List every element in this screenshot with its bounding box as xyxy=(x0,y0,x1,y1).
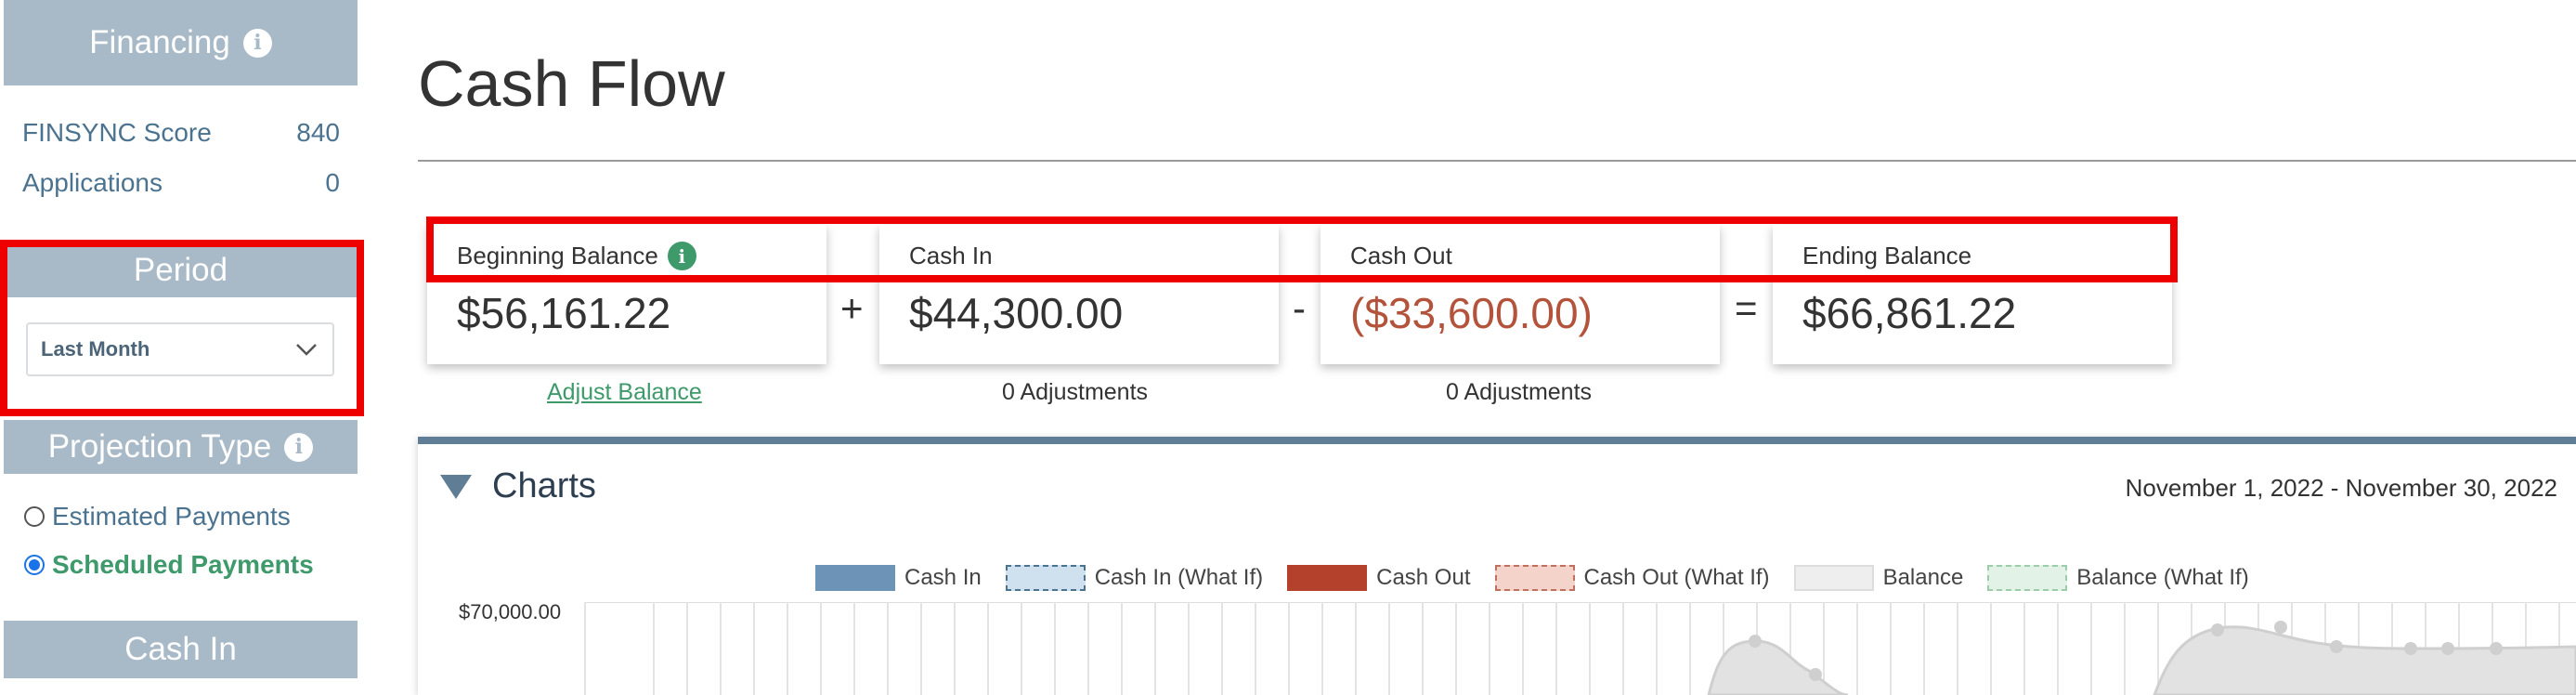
legend-cash-in-what-if[interactable]: Cash In (What If) xyxy=(1005,565,1264,591)
cash-in-title: Cash In xyxy=(124,631,237,667)
balance-area xyxy=(1707,639,1849,695)
legend-label: Cash In (What If) xyxy=(1094,565,1264,590)
cash-in-header: Cash In xyxy=(4,621,358,678)
estimated-payments-label[interactable]: Estimated Payments xyxy=(52,502,291,531)
scheduled-payments-label[interactable]: Scheduled Payments xyxy=(52,550,314,580)
legend-label: Cash Out xyxy=(1376,565,1471,590)
estimated-payments-radio[interactable] xyxy=(24,506,45,527)
info-icon[interactable]: i xyxy=(284,432,314,462)
legend-balance-what-if[interactable]: Balance (What If) xyxy=(1987,565,2249,591)
legend-label: Cash Out (What If) xyxy=(1583,565,1770,590)
scheduled-payments-radio[interactable] xyxy=(24,555,45,575)
date-range: November 1, 2022 - November 30, 2022 xyxy=(2125,474,2557,502)
cash-out-value: ($33,600.00) xyxy=(1350,289,1593,337)
legend-swatch xyxy=(1987,565,2068,591)
plus-operator: + xyxy=(840,286,864,330)
cash-out-adjustments[interactable]: 0 Adjustments xyxy=(1446,379,1592,406)
info-icon[interactable]: i xyxy=(242,28,272,58)
title-divider xyxy=(418,160,2576,162)
legend-cash-out[interactable]: Cash Out xyxy=(1287,565,1471,591)
applications-value: 0 xyxy=(325,168,340,197)
finsync-score-value: 840 xyxy=(296,118,340,147)
card-labels-highlight-box xyxy=(426,216,2178,282)
estimated-payments-option[interactable]: Estimated Payments xyxy=(24,502,291,531)
sidebar: Financing i FINSYNC Score 840 Applicatio… xyxy=(0,0,367,688)
adjust-balance-link[interactable]: Adjust Balance xyxy=(547,379,702,406)
cash-in-adjustments[interactable]: 0 Adjustments xyxy=(1002,379,1148,406)
legend-swatch xyxy=(1287,565,1368,591)
charts-panel: Charts November 1, 2022 - November 30, 2… xyxy=(418,437,2576,695)
legend-cash-out-what-if[interactable]: Cash Out (What If) xyxy=(1494,565,1770,591)
balance-area xyxy=(2153,625,2576,695)
legend-label: Balance xyxy=(1882,565,1964,590)
projection-type-header: Projection Type i xyxy=(4,420,358,474)
page-title: Cash Flow xyxy=(418,47,725,120)
ending-balance-value: $66,861.22 xyxy=(1802,289,2017,337)
chart-legend: Cash In Cash In (What If) Cash Out Cash … xyxy=(815,565,2260,591)
charts-toggle[interactable]: Charts xyxy=(440,466,596,506)
beginning-balance-value: $56,161.22 xyxy=(457,289,671,337)
finsync-score-label[interactable]: FINSYNC Score xyxy=(22,118,212,148)
legend-cash-in[interactable]: Cash In xyxy=(815,565,982,591)
chart-area[interactable] xyxy=(418,602,2576,695)
legend-label: Cash In xyxy=(904,565,982,590)
legend-balance[interactable]: Balance xyxy=(1793,565,1964,591)
collapse-triangle-icon[interactable] xyxy=(440,474,472,499)
scheduled-payments-option[interactable]: Scheduled Payments xyxy=(24,550,314,580)
applications-row[interactable]: Applications 0 xyxy=(22,168,340,198)
projection-type-title: Projection Type xyxy=(47,428,272,465)
minus-operator: - xyxy=(1293,286,1306,330)
financing-header: Financing i xyxy=(4,0,358,85)
legend-swatch xyxy=(1005,565,1086,591)
financing-title: Financing xyxy=(89,24,230,60)
applications-label[interactable]: Applications xyxy=(22,168,163,198)
charts-title: Charts xyxy=(492,466,596,505)
period-highlight-box xyxy=(0,240,364,416)
legend-swatch xyxy=(815,565,895,591)
equals-operator: = xyxy=(1735,286,1758,330)
cash-in-value: $44,300.00 xyxy=(909,289,1124,337)
finsync-score-row[interactable]: FINSYNC Score 840 xyxy=(22,118,340,148)
legend-swatch xyxy=(1494,565,1575,591)
legend-swatch xyxy=(1793,565,1874,591)
legend-label: Balance (What If) xyxy=(2076,565,2249,590)
